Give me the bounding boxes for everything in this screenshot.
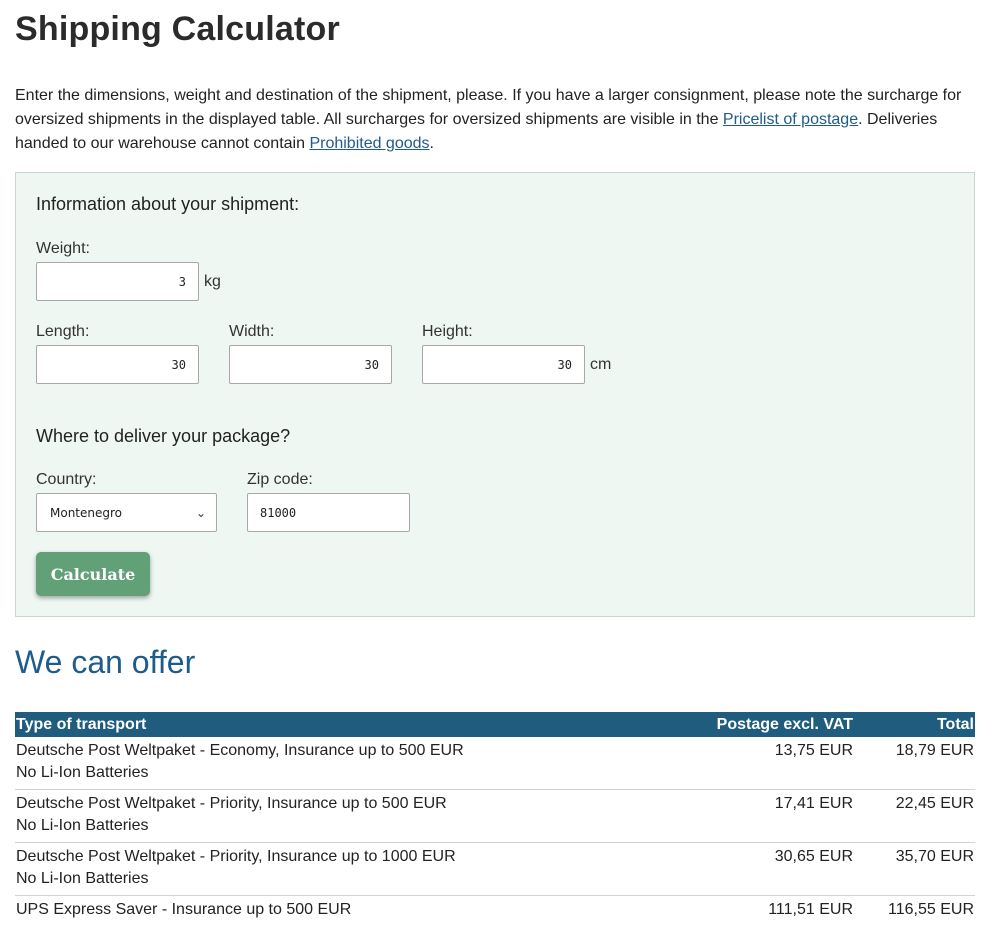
postage-value: 17,41 EUR: [774, 794, 853, 812]
col-type-header: Type of transport: [16, 715, 147, 733]
table-row[interactable]: Deutsche Post Weltpaket - Priority, Insu…: [15, 843, 975, 871]
table-row-note: No Li-Ion Batteries: [15, 764, 975, 790]
offers-table: Type of transport Postage excl. VAT Tota…: [15, 712, 975, 923]
intro-text: Enter the dimensions, weight and destina…: [15, 84, 975, 156]
prohibited-goods-link[interactable]: Prohibited goods: [309, 135, 429, 152]
dimension-unit: cm: [590, 356, 612, 373]
transport-name: Deutsche Post Weltpaket - Priority, Insu…: [16, 847, 456, 865]
total-value: 116,55 EUR: [888, 900, 974, 918]
postage-value: 13,75 EUR: [774, 741, 853, 759]
zip-label: Zip code:: [247, 471, 313, 488]
pricelist-link[interactable]: Pricelist of postage: [723, 111, 858, 128]
transport-name: Deutsche Post Weltpaket - Economy, Insur…: [16, 741, 464, 759]
country-select[interactable]: Montenegro ⌄: [36, 493, 217, 532]
shipment-form-panel: Information about your shipment: Weight:…: [15, 172, 975, 617]
postage-value: 30,65 EUR: [774, 847, 853, 865]
table-row-note: No Li-Ion Batteries: [15, 817, 975, 843]
total-value: 35,70 EUR: [895, 847, 974, 865]
delivery-heading: Where to deliver your package?: [36, 426, 291, 446]
table-row[interactable]: Deutsche Post Weltpaket - Economy, Insur…: [15, 737, 975, 764]
weight-unit: kg: [204, 273, 221, 290]
shipment-heading: Information about your shipment:: [36, 194, 300, 214]
col-total-header: Total: [936, 715, 974, 733]
width-input[interactable]: [229, 345, 392, 384]
length-label: Length:: [36, 323, 90, 340]
country-selected-value: Montenegro: [50, 505, 123, 520]
chevron-down-icon: ⌄: [195, 505, 206, 520]
width-label: Width:: [229, 323, 275, 340]
table-row[interactable]: UPS Express Saver - Insurance up to 500 …: [15, 896, 975, 924]
total-value: 22,45 EUR: [895, 794, 974, 812]
intro-part-3: .: [429, 135, 434, 152]
calculate-button[interactable]: Calculate: [36, 552, 150, 596]
weight-input[interactable]: [36, 262, 199, 301]
transport-note: No Li-Ion Batteries: [15, 817, 975, 843]
transport-note: No Li-Ion Batteries: [15, 870, 975, 896]
transport-note: No Li-Ion Batteries: [15, 764, 975, 790]
page-title: Shipping Calculator: [15, 10, 340, 48]
col-postage-header: Postage excl. VAT: [716, 715, 853, 733]
total-value: 18,79 EUR: [895, 741, 974, 759]
table-row[interactable]: Deutsche Post Weltpaket - Priority, Insu…: [15, 790, 975, 818]
height-label: Height:: [422, 323, 473, 340]
length-input[interactable]: [36, 345, 199, 384]
transport-name: UPS Express Saver - Insurance up to 500 …: [16, 900, 352, 918]
zip-input[interactable]: [247, 493, 410, 532]
postage-value: 111,51 EUR: [768, 900, 853, 918]
table-header-row: Type of transport Postage excl. VAT Tota…: [15, 712, 975, 737]
weight-label: Weight:: [36, 240, 90, 257]
table-row-note: No Li-Ion Batteries: [15, 870, 975, 896]
results-heading: We can offer: [15, 644, 196, 680]
transport-name: Deutsche Post Weltpaket - Priority, Insu…: [16, 794, 447, 812]
country-label: Country:: [36, 471, 97, 488]
height-input[interactable]: [422, 345, 585, 384]
